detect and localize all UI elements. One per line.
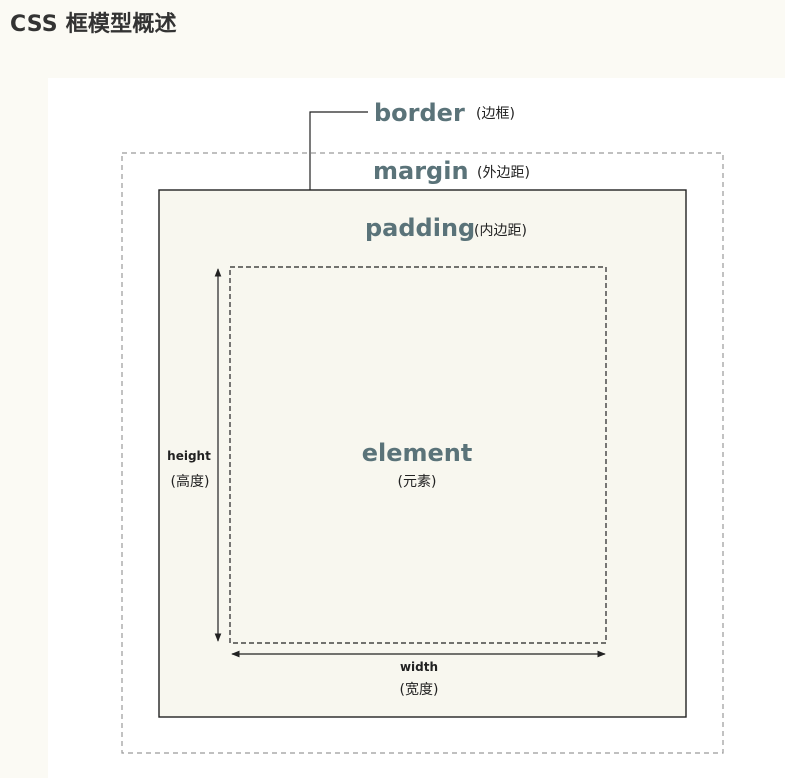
padding-label-cn: (内边距) xyxy=(474,223,527,239)
margin-label: margin xyxy=(373,157,469,185)
margin-label-cn: (外边距) xyxy=(477,165,530,181)
box-model-diagram: border (边框) margin (外边距) padding (内边距) e… xyxy=(121,99,724,754)
element-label: element xyxy=(362,439,473,467)
width-label: width xyxy=(400,660,438,674)
width-label-cn: (宽度) xyxy=(400,681,439,698)
padding-label: padding xyxy=(365,214,475,242)
border-label: border xyxy=(374,99,465,127)
height-label: height xyxy=(167,449,211,463)
height-label-cn: (高度) xyxy=(171,473,210,490)
border-leader-line xyxy=(309,111,368,190)
border-label-cn: (边框) xyxy=(476,106,515,122)
element-label-cn: (元素) xyxy=(398,474,437,490)
